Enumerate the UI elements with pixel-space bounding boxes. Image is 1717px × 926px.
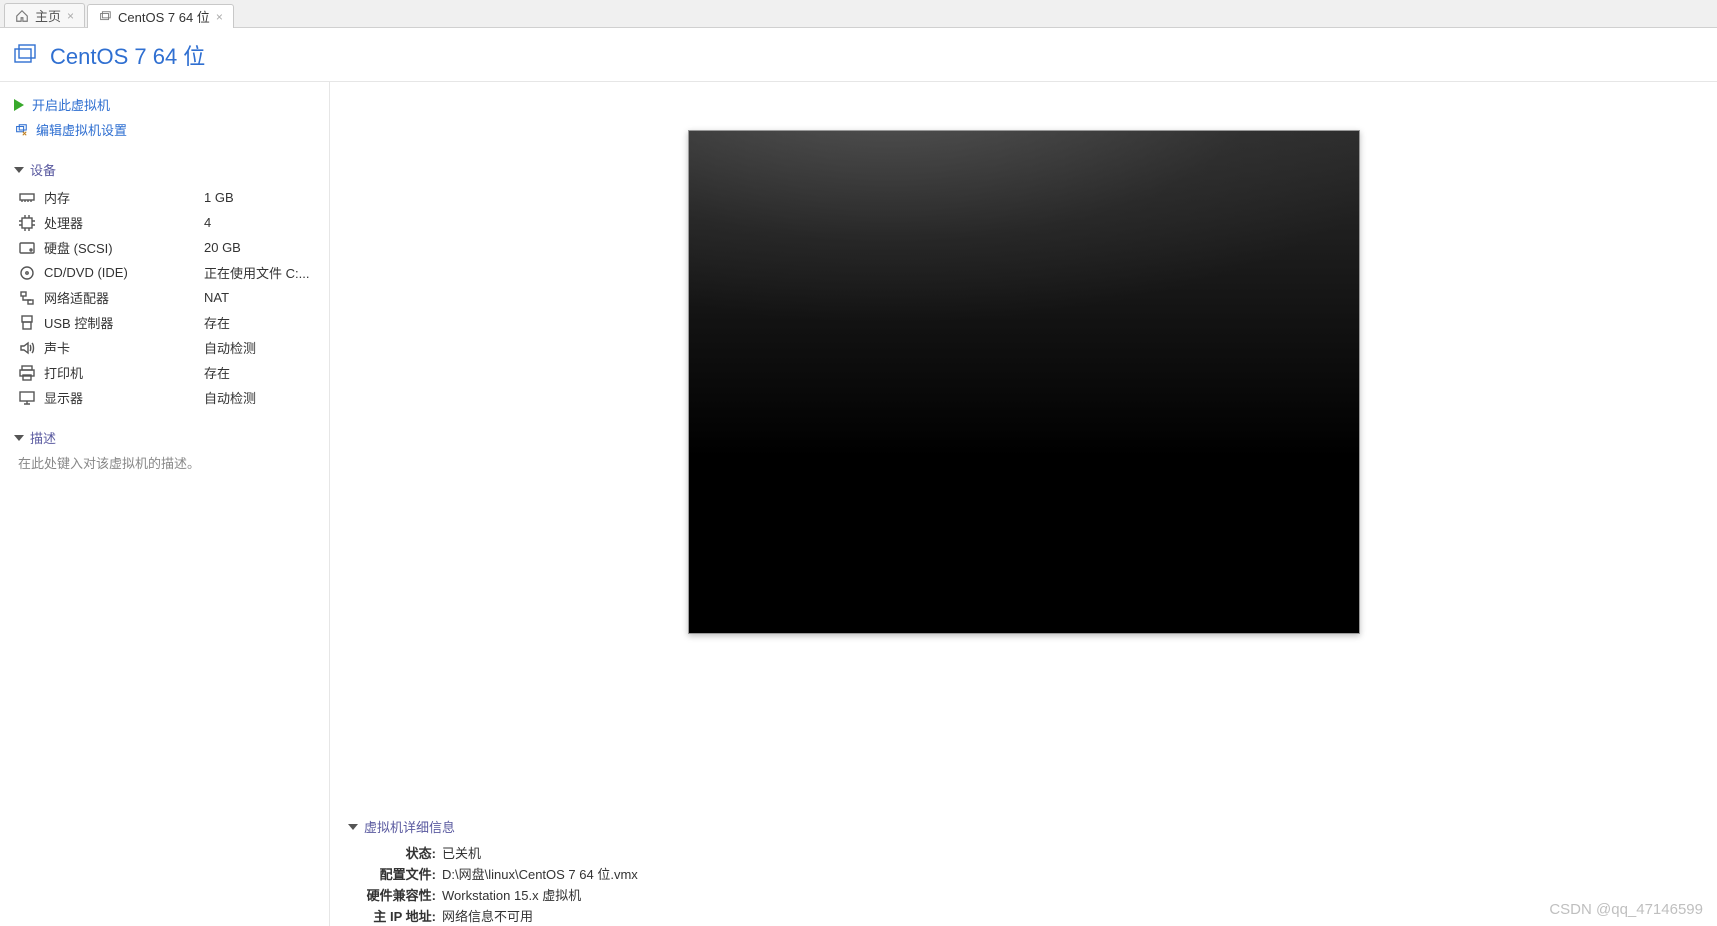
device-display[interactable]: 显示器 自动检测	[14, 385, 315, 410]
device-disk[interactable]: 硬盘 (SCSI) 20 GB	[14, 235, 315, 260]
power-on-vm-link[interactable]: 开启此虚拟机	[14, 92, 315, 117]
detail-ip: 主 IP 地址: 网络信息不可用	[348, 905, 1717, 926]
device-value: 4	[204, 215, 211, 230]
usb-icon	[18, 314, 36, 332]
screens-icon	[10, 41, 38, 69]
device-name: 内存	[44, 188, 204, 207]
home-icon	[15, 9, 29, 23]
chevron-down-icon	[14, 435, 24, 441]
detail-value: D:\网盘\linux\CentOS 7 64 位.vmx	[442, 864, 638, 883]
tab-label: CentOS 7 64 位	[118, 7, 210, 26]
disc-icon	[18, 264, 36, 282]
memory-icon	[18, 189, 36, 207]
device-value: 自动检测	[204, 338, 256, 357]
vm-title-bar: CentOS 7 64 位	[0, 28, 1717, 82]
tab-home[interactable]: 主页 ×	[4, 3, 85, 27]
device-name: 网络适配器	[44, 288, 204, 307]
chevron-down-icon	[14, 167, 24, 173]
device-value: 20 GB	[204, 240, 241, 255]
link-label: 编辑虚拟机设置	[36, 120, 127, 139]
link-label: 开启此虚拟机	[32, 95, 110, 114]
section-title: 描述	[30, 428, 56, 447]
device-sound[interactable]: 声卡 自动检测	[14, 335, 315, 360]
device-name: 打印机	[44, 363, 204, 382]
detail-key: 配置文件:	[348, 864, 436, 883]
sidebar-panel: 开启此虚拟机 编辑虚拟机设置 设备 内存 1 GB 处理器 4 硬盘 (SCSI…	[0, 82, 330, 926]
printer-icon	[18, 364, 36, 382]
section-title: 虚拟机详细信息	[364, 817, 455, 836]
cpu-icon	[18, 214, 36, 232]
detail-key: 主 IP 地址:	[348, 906, 436, 925]
detail-hw-compat: 硬件兼容性: Workstation 15.x 虚拟机	[348, 884, 1717, 905]
device-network[interactable]: 网络适配器 NAT	[14, 285, 315, 310]
device-value: NAT	[204, 290, 229, 305]
display-icon	[18, 389, 36, 407]
device-value: 存在	[204, 313, 230, 332]
close-icon[interactable]: ×	[216, 10, 223, 24]
device-name: USB 控制器	[44, 313, 204, 332]
section-description-header[interactable]: 描述	[14, 428, 315, 447]
device-printer[interactable]: 打印机 存在	[14, 360, 315, 385]
vm-preview-area	[330, 82, 1717, 807]
chevron-down-icon	[348, 824, 358, 830]
play-icon	[14, 99, 24, 111]
network-icon	[18, 289, 36, 307]
device-value: 1 GB	[204, 190, 234, 205]
vm-preview-thumbnail[interactable]	[688, 130, 1360, 634]
detail-value: 网络信息不可用	[442, 906, 533, 925]
sound-icon	[18, 339, 36, 357]
description-placeholder[interactable]: 在此处键入对该虚拟机的描述。	[14, 453, 315, 472]
device-value: 自动检测	[204, 388, 256, 407]
disk-icon	[18, 239, 36, 257]
device-name: 声卡	[44, 338, 204, 357]
tab-vm[interactable]: CentOS 7 64 位 ×	[87, 4, 234, 28]
device-value: 存在	[204, 363, 230, 382]
main-panel: 虚拟机详细信息 状态: 已关机 配置文件: D:\网盘\linux\CentOS…	[330, 82, 1717, 926]
tab-label: 主页	[35, 6, 61, 25]
screens-icon	[98, 10, 112, 24]
device-name: 显示器	[44, 388, 204, 407]
detail-config-file: 配置文件: D:\网盘\linux\CentOS 7 64 位.vmx	[348, 863, 1717, 884]
edit-vm-settings-link[interactable]: 编辑虚拟机设置	[14, 117, 315, 142]
detail-key: 状态:	[348, 843, 436, 862]
section-title: 设备	[30, 160, 56, 179]
vm-title-text: CentOS 7 64 位	[50, 39, 205, 71]
tabs-strip: 主页 × CentOS 7 64 位 ×	[0, 0, 1717, 28]
vm-details: 虚拟机详细信息 状态: 已关机 配置文件: D:\网盘\linux\CentOS…	[330, 807, 1717, 926]
device-name: 硬盘 (SCSI)	[44, 238, 204, 257]
device-cpu[interactable]: 处理器 4	[14, 210, 315, 235]
detail-key: 硬件兼容性:	[348, 885, 436, 904]
detail-status: 状态: 已关机	[348, 842, 1717, 863]
close-icon[interactable]: ×	[67, 9, 74, 23]
device-name: CD/DVD (IDE)	[44, 265, 204, 280]
detail-value: Workstation 15.x 虚拟机	[442, 885, 581, 904]
device-name: 处理器	[44, 213, 204, 232]
device-memory[interactable]: 内存 1 GB	[14, 185, 315, 210]
detail-value: 已关机	[442, 843, 481, 862]
device-usb[interactable]: USB 控制器 存在	[14, 310, 315, 335]
device-value: 正在使用文件 C:...	[204, 263, 309, 282]
device-cddvd[interactable]: CD/DVD (IDE) 正在使用文件 C:...	[14, 260, 315, 285]
section-devices-header[interactable]: 设备	[14, 160, 315, 179]
edit-settings-icon	[14, 123, 28, 137]
section-details-header[interactable]: 虚拟机详细信息	[348, 817, 1717, 836]
